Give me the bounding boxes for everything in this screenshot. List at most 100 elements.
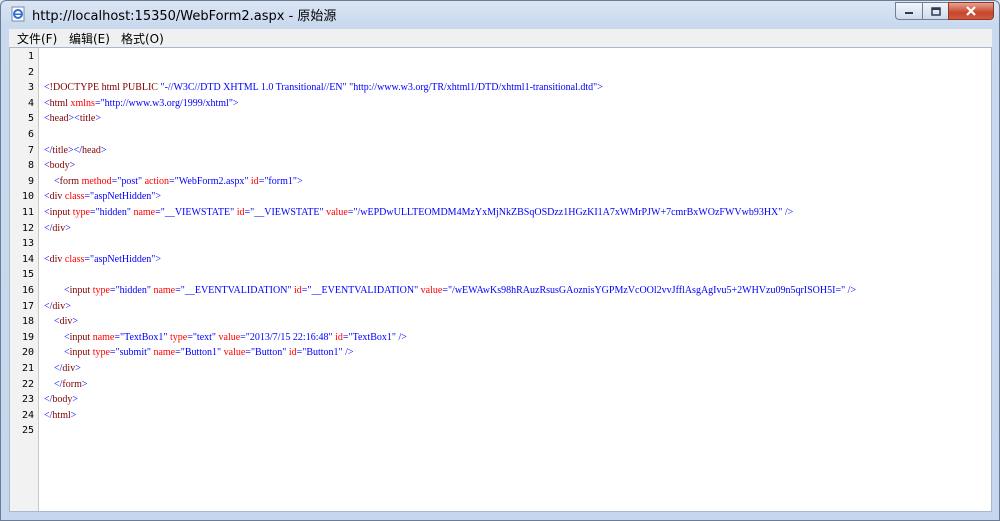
code-token: input — [69, 347, 91, 359]
code-token: "TextBox1" — [348, 331, 396, 343]
code-token: id — [332, 331, 343, 343]
code-token: /> — [845, 285, 857, 296]
code-token: "/wEWAwKs98hRAuzRsusGAoznisYGPMzVcOOl2vv… — [447, 285, 846, 296]
source-line: <html xmlns="http://www.w3.org/1999/xhtm… — [44, 96, 239, 111]
line-number: 5 — [27, 113, 34, 125]
close-icon — [966, 6, 976, 16]
source-line: <input name="TextBox1" type="text" value… — [44, 330, 407, 345]
code-token: !DOCTYPE html PUBLIC — [49, 82, 158, 94]
code-token: > — [75, 363, 81, 374]
code-token: id — [234, 207, 245, 218]
line-number: 7 — [27, 144, 34, 156]
source-line: </body> — [44, 392, 78, 407]
code-token: >< — [68, 113, 80, 125]
line-number: 1 — [27, 51, 34, 62]
menu-format[interactable]: 格式(O) — [121, 30, 164, 47]
code-token: class — [62, 253, 85, 265]
title-bar[interactable]: http://localhost:15350/WebForm2.aspx - 原… — [1, 1, 999, 27]
source-line: </html> — [44, 408, 76, 423]
source-line: <body> — [44, 158, 75, 173]
minimize-button[interactable] — [895, 2, 922, 20]
code-token: "__EVENTVALIDATION" — [180, 285, 292, 296]
line-number: 24 — [21, 409, 34, 421]
line-number: 19 — [21, 331, 34, 343]
source-line: <input type="submit" name="Button1" valu… — [44, 345, 354, 360]
code-token: > — [597, 82, 603, 94]
line-number: 13 — [21, 238, 34, 250]
code-token: name — [90, 331, 115, 343]
source-line: <form method="post" action="WebForm2.asp… — [44, 174, 303, 189]
code-token: type — [167, 331, 188, 343]
line-number: 3 — [27, 82, 34, 94]
line-number: 17 — [21, 300, 34, 312]
line-number: 6 — [27, 129, 34, 140]
code-token: form — [59, 175, 80, 187]
code-token: html — [52, 409, 71, 421]
code-token: < — [44, 331, 70, 343]
line-number: 2 — [27, 66, 34, 78]
code-token: > — [72, 316, 79, 328]
line-number: 9 — [27, 175, 34, 187]
code-token: name — [150, 285, 176, 296]
code-token: > — [155, 253, 162, 265]
code-token: name — [150, 347, 176, 359]
source-editor[interactable]: 1 2 3 4 5 6 7 8 9 10 11 12 13 14 15 16 17 18 19 20 21 22 23 24 2… — [9, 47, 992, 512]
code-token: "2013/7/15 22:16:48" — [245, 331, 333, 343]
code-token: div — [59, 316, 73, 328]
code-token: div — [52, 222, 66, 234]
code-token: "Button" — [250, 347, 287, 359]
source-line: </div> — [44, 221, 71, 236]
source-line: <head><title> — [44, 111, 101, 126]
code-token: "submit" — [115, 347, 151, 359]
code-token: type — [90, 285, 110, 296]
code-token: /> — [395, 331, 407, 343]
close-button[interactable] — [948, 2, 994, 20]
line-number: 10 — [21, 191, 34, 203]
source-line: <input type="hidden" name="__EVENTVALIDA… — [44, 283, 856, 298]
code-token: head — [82, 144, 101, 156]
line-number: 8 — [27, 160, 34, 172]
menu-file[interactable]: 文件(F) — [17, 30, 57, 47]
code-token: div — [49, 253, 63, 265]
code-token: /> — [342, 347, 354, 359]
code-token: > — [155, 191, 162, 203]
code-token: "text" — [192, 331, 216, 343]
code-token: < — [44, 316, 60, 328]
code-token: > — [70, 409, 77, 421]
code-token: html — [49, 97, 68, 109]
menu-edit[interactable]: 编辑(E) — [69, 30, 110, 47]
code-token: value — [418, 285, 443, 296]
code-token: "aspNetHidden" — [90, 191, 156, 203]
line-number: 14 — [21, 253, 34, 265]
code-token: > — [296, 175, 303, 187]
source-line: </div> — [44, 361, 81, 376]
code-token: action — [142, 175, 170, 187]
code-token: xmlns — [67, 97, 95, 109]
code-token: method — [79, 175, 112, 187]
code-token: "__EVENTVALIDATION" — [307, 285, 419, 296]
code-token: title — [52, 144, 68, 156]
maximize-button[interactable] — [922, 2, 948, 20]
code-token: </ — [44, 378, 63, 390]
source-line: <div class="aspNetHidden"> — [44, 252, 161, 267]
code-token: form — [62, 378, 82, 390]
line-number: 23 — [21, 394, 34, 406]
source-line: <div> — [44, 314, 78, 329]
menu-bar: 文件(F) 编辑(E) 格式(O) — [9, 29, 992, 48]
line-number: 25 — [21, 425, 34, 437]
source-view-window: http://localhost:15350/WebForm2.aspx - 原… — [0, 0, 1000, 521]
code-token: "post" — [117, 175, 143, 187]
line-number-gutter: 1 2 3 4 5 6 7 8 9 10 11 12 13 14 15 16 17 18 19 20 21 22 23 24 2… — [10, 48, 39, 511]
line-number: 21 — [21, 363, 34, 374]
maximize-icon — [930, 6, 941, 16]
code-token: ></ — [67, 144, 83, 156]
code-token: "TextBox1" — [120, 331, 168, 343]
source-line: </div> — [44, 299, 71, 314]
code-token: head — [49, 113, 69, 125]
code-token: div — [62, 363, 76, 374]
code-token: name — [130, 207, 156, 218]
code-token: id — [291, 285, 302, 296]
code-token: input — [69, 331, 91, 343]
code-token: class — [62, 191, 85, 203]
code-token: "-//W3C//DTD XHTML 1.0 Transitional//EN"… — [157, 82, 598, 94]
